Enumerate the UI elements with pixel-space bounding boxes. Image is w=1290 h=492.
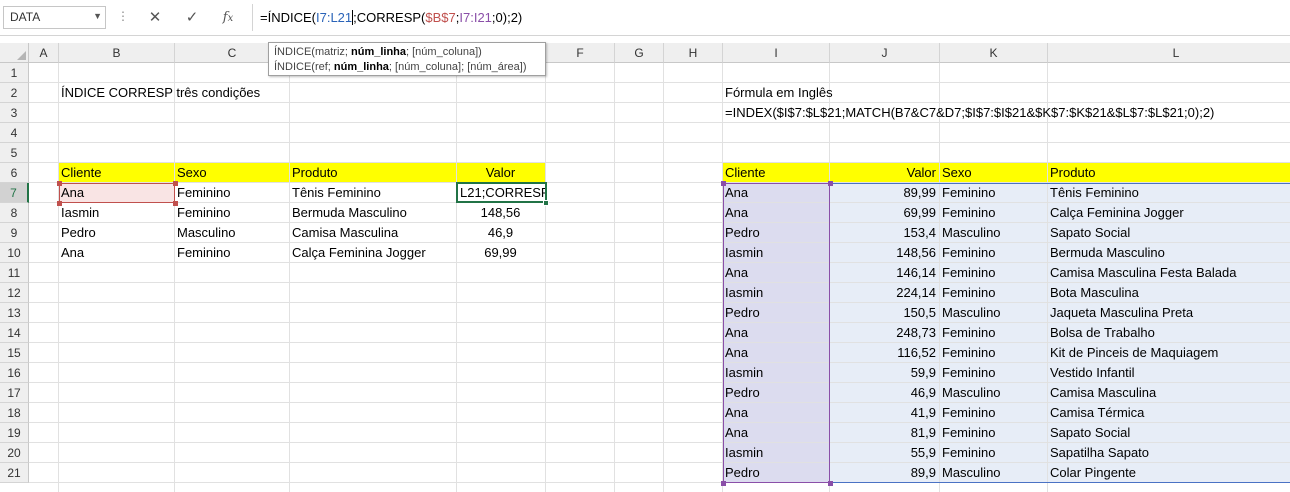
left-table-cell[interactable]: Calça Feminina Jogger bbox=[290, 243, 428, 263]
formula-bar: DATA ▼ ⋮ ✕ ✓ fx =ÍNDICE(I7:L21;CORRESP($… bbox=[0, 0, 1290, 36]
left-table-cell[interactable]: Tênis Feminino bbox=[290, 183, 383, 203]
tooltip-line-2[interactable]: ÍNDICE(ref; núm_linha; [núm_coluna]; [nú… bbox=[274, 60, 540, 75]
left-table-cell[interactable]: Masculino bbox=[175, 223, 238, 243]
formula-input[interactable]: =ÍNDICE(I7:L21;CORRESP($B$7;I7:I21;0);2) bbox=[252, 4, 1288, 31]
range-border-red bbox=[59, 183, 175, 203]
gridline-vertical bbox=[58, 63, 59, 492]
right-header-cell[interactable]: Cliente bbox=[723, 163, 767, 183]
left-table-cell[interactable]: Iasmin bbox=[59, 203, 101, 223]
range-handle[interactable] bbox=[828, 181, 833, 186]
title-cell[interactable]: ÍNDICE CORRESP três condições bbox=[59, 83, 262, 103]
row-header-16[interactable]: 16 bbox=[0, 363, 29, 383]
row-header-20[interactable]: 20 bbox=[0, 443, 29, 463]
row-header-13[interactable]: 13 bbox=[0, 303, 29, 323]
active-cell-edit-text[interactable]: L21;CORRESP( bbox=[458, 183, 545, 203]
left-table-cell[interactable]: Feminino bbox=[175, 203, 232, 223]
column-header-b[interactable]: B bbox=[59, 43, 175, 63]
range-border-purple bbox=[723, 183, 830, 483]
close-icon[interactable]: ✕ bbox=[140, 6, 170, 29]
name-box[interactable]: DATA ▼ bbox=[3, 6, 106, 29]
row-header-19[interactable]: 19 bbox=[0, 423, 29, 443]
row-header-12[interactable]: 12 bbox=[0, 283, 29, 303]
row-header-5[interactable]: 5 bbox=[0, 143, 29, 163]
range-handle[interactable] bbox=[721, 181, 726, 186]
range-handle[interactable] bbox=[173, 181, 178, 186]
row-header-15[interactable]: 15 bbox=[0, 343, 29, 363]
function-tooltip: ÍNDICE(matriz; núm_linha; [núm_coluna]) … bbox=[268, 42, 546, 76]
left-table-cell[interactable]: Bermuda Masculino bbox=[290, 203, 409, 223]
gridline-horizontal bbox=[29, 142, 1290, 143]
formula-english-cell[interactable]: =INDEX($I$7:$L$21;MATCH(B7&C7&D7;$I$7:$I… bbox=[723, 103, 1216, 123]
column-header-l[interactable]: L bbox=[1048, 43, 1290, 63]
left-table-cell[interactable]: Feminino bbox=[175, 243, 232, 263]
row-header-7[interactable]: 7 bbox=[0, 183, 29, 203]
formula-label-cell[interactable]: Fórmula em Inglês bbox=[723, 83, 835, 103]
chevron-down-icon[interactable]: ▼ bbox=[93, 11, 102, 21]
left-table-cell[interactable]: 69,99 bbox=[457, 243, 546, 263]
gridline-vertical bbox=[545, 63, 546, 492]
fx-icon[interactable]: fx bbox=[213, 6, 243, 29]
left-table-cell[interactable]: 46,9 bbox=[457, 223, 546, 243]
column-header-h[interactable]: H bbox=[664, 43, 723, 63]
left-header-cell[interactable]: Cliente bbox=[59, 163, 103, 183]
right-header-cell[interactable]: Produto bbox=[1048, 163, 1098, 183]
left-table-cell[interactable]: 148,56 bbox=[457, 203, 546, 223]
tooltip-line-1[interactable]: ÍNDICE(matriz; núm_linha; [núm_coluna]) bbox=[274, 45, 540, 60]
row-header-1[interactable]: 1 bbox=[0, 63, 29, 83]
left-header-cell[interactable]: Produto bbox=[290, 163, 340, 183]
range-handle[interactable] bbox=[173, 201, 178, 206]
row-header-18[interactable]: 18 bbox=[0, 403, 29, 423]
gridline-horizontal bbox=[29, 162, 1290, 163]
drag-handle-icon[interactable]: ⋮ bbox=[117, 9, 129, 23]
column-header-f[interactable]: F bbox=[546, 43, 615, 63]
left-header-cell[interactable]: Sexo bbox=[175, 163, 209, 183]
left-table-cell[interactable]: Feminino bbox=[175, 183, 232, 203]
row-header-2[interactable]: 2 bbox=[0, 83, 29, 103]
row-header-9[interactable]: 9 bbox=[0, 223, 29, 243]
gridline-vertical bbox=[614, 63, 615, 492]
column-header-j[interactable]: J bbox=[830, 43, 940, 63]
gridline-vertical bbox=[174, 63, 175, 492]
formula-text: =ÍNDICE(I7:L21;CORRESP($B$7;I7:I21;0);2) bbox=[260, 10, 523, 25]
row-header-4[interactable]: 4 bbox=[0, 123, 29, 143]
select-all-button[interactable] bbox=[0, 43, 29, 63]
column-header-a[interactable]: A bbox=[29, 43, 59, 63]
row-header-21[interactable]: 21 bbox=[0, 463, 29, 483]
left-table-cell[interactable]: Camisa Masculina bbox=[290, 223, 400, 243]
right-header-cell[interactable]: Valor bbox=[830, 163, 940, 183]
row-header-17[interactable]: 17 bbox=[0, 383, 29, 403]
row-header-14[interactable]: 14 bbox=[0, 323, 29, 343]
check-icon[interactable]: ✓ bbox=[177, 6, 207, 29]
left-table-cell[interactable]: Pedro bbox=[59, 223, 98, 243]
column-header-i[interactable]: I bbox=[723, 43, 830, 63]
left-table-cell[interactable]: Ana bbox=[59, 243, 86, 263]
gridline-vertical bbox=[289, 63, 290, 492]
row-header-8[interactable]: 8 bbox=[0, 203, 29, 223]
range-handle[interactable] bbox=[57, 181, 62, 186]
gridline-vertical bbox=[663, 63, 664, 492]
gridline-vertical bbox=[456, 63, 457, 492]
column-header-k[interactable]: K bbox=[940, 43, 1048, 63]
row-header-6[interactable]: 6 bbox=[0, 163, 29, 183]
row-header-3[interactable]: 3 bbox=[0, 103, 29, 123]
range-handle[interactable] bbox=[721, 481, 726, 486]
column-header-g[interactable]: G bbox=[615, 43, 664, 63]
fill-handle[interactable] bbox=[543, 200, 549, 206]
row-header-10[interactable]: 10 bbox=[0, 243, 29, 263]
right-header-fill bbox=[723, 163, 1290, 183]
right-header-cell[interactable]: Sexo bbox=[940, 163, 974, 183]
range-handle[interactable] bbox=[57, 201, 62, 206]
row-header-11[interactable]: 11 bbox=[0, 263, 29, 283]
name-box-value: DATA bbox=[10, 10, 41, 24]
range-handle[interactable] bbox=[828, 481, 833, 486]
left-header-cell[interactable]: Valor bbox=[457, 163, 546, 183]
